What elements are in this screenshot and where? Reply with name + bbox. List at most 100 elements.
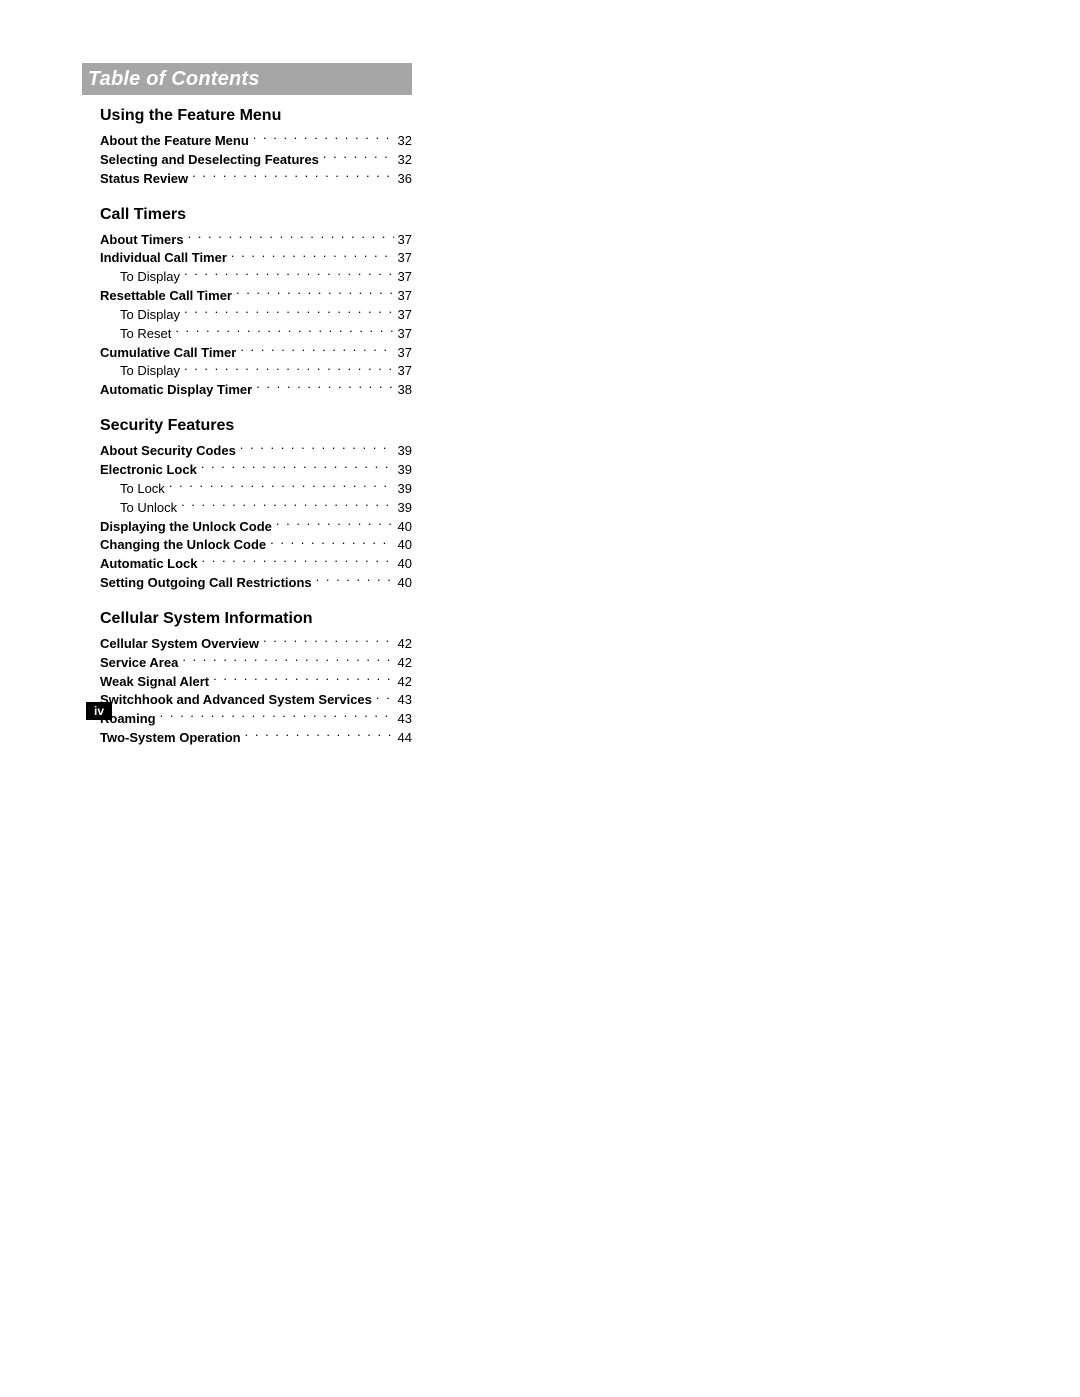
dot-leader (201, 461, 394, 474)
toc-entry-page: 37 (398, 306, 412, 325)
toc-entry-label: To Display (120, 362, 180, 381)
dot-leader (202, 555, 394, 568)
toc-entry-label: Automatic Lock (100, 555, 198, 574)
dot-leader (240, 344, 393, 357)
dot-leader (253, 132, 394, 145)
toc-entry: Status Review 36 (100, 170, 412, 189)
toc-entry-page: 37 (398, 287, 412, 306)
toc-entry-page: 39 (398, 461, 412, 480)
toc-entry-label: About the Feature Menu (100, 132, 249, 151)
dot-leader (263, 635, 394, 648)
toc-entry-label: Setting Outgoing Call Restrictions (100, 574, 312, 593)
toc-entry: Displaying the Unlock Code 40 (100, 518, 412, 537)
dot-leader (323, 151, 394, 164)
toc-entry: To Lock39 (100, 480, 412, 499)
toc-entry-label: Switchhook and Advanced System Services (100, 691, 372, 710)
toc-entry-label: Cellular System Overview (100, 635, 259, 654)
toc-entry-page: 38 (398, 381, 412, 400)
page-number: iv (94, 704, 104, 718)
toc-entry-label: To Unlock (120, 499, 177, 518)
toc-entry: To Display 37 (100, 306, 412, 325)
dot-leader (182, 654, 393, 667)
toc-entry: About Timers37 (100, 231, 412, 250)
toc-entry-label: To Display (120, 306, 180, 325)
dot-leader (184, 362, 394, 375)
toc-entry: Roaming43 (100, 710, 412, 729)
toc-entry-page: 37 (398, 362, 412, 381)
dot-leader (192, 170, 393, 183)
toc-entry-page: 40 (398, 536, 412, 555)
toc-entry: Cellular System Overview 42 (100, 635, 412, 654)
toc-entry-label: To Reset (120, 325, 171, 344)
dot-leader (276, 518, 394, 531)
toc-entry: Weak Signal Alert42 (100, 673, 412, 692)
toc-section: Cellular System InformationCellular Syst… (100, 609, 412, 748)
toc-section: Security FeaturesAbout Security Codes39E… (100, 416, 412, 593)
toc-entry-page: 42 (398, 673, 412, 692)
dot-leader (245, 729, 394, 742)
dot-leader (236, 287, 394, 300)
toc-entry: Selecting and Deselecting Features 32 (100, 151, 412, 170)
section-title: Call Timers (100, 205, 412, 225)
toc-entry-page: 32 (398, 132, 412, 151)
toc-section: Using the Feature Menu About the Feature … (100, 106, 412, 189)
toc-entry-page: 39 (398, 499, 412, 518)
toc-entry: Service Area42 (100, 654, 412, 673)
toc-entry-label: Status Review (100, 170, 188, 189)
toc-entry-label: About Security Codes (100, 442, 236, 461)
toc-header-text: Table of Contents (88, 68, 260, 91)
toc-entry-page: 40 (398, 555, 412, 574)
toc-entry: About Security Codes39 (100, 442, 412, 461)
toc-entry-page: 43 (398, 710, 412, 729)
dot-leader (213, 673, 393, 686)
toc-entry: Two-System Operation44 (100, 729, 412, 748)
toc-entry-page: 37 (398, 249, 412, 268)
toc-entry-label: Displaying the Unlock Code (100, 518, 272, 537)
toc-entry: Resettable Call Timer 37 (100, 287, 412, 306)
toc-entry-page: 32 (398, 151, 412, 170)
dot-leader (231, 249, 394, 262)
toc-entry: Changing the Unlock Code 40 (100, 536, 412, 555)
dot-leader (376, 691, 394, 704)
toc-entry: Automatic Lock 40 (100, 555, 412, 574)
toc-entry: Individual Call Timer 37 (100, 249, 412, 268)
document-page: Table of Contents Using the Feature Menu… (0, 0, 1080, 1397)
toc-entry-page: 36 (398, 170, 412, 189)
toc-entry-label: Cumulative Call Timer (100, 344, 236, 363)
toc-entry-label: Service Area (100, 654, 178, 673)
toc-entry-page: 37 (398, 231, 412, 250)
toc-entry: Cumulative Call Timer 37 (100, 344, 412, 363)
toc-entry: To Unlock 39 (100, 499, 412, 518)
dot-leader (160, 710, 394, 723)
toc-section: Call Timers About Timers37Individual Call… (100, 205, 412, 401)
toc-entry-label: Changing the Unlock Code (100, 536, 266, 555)
page-number-box: iv (86, 702, 112, 720)
dot-leader (169, 480, 394, 493)
toc-entry: Setting Outgoing Call Restrictions 40 (100, 574, 412, 593)
dot-leader (184, 306, 394, 319)
dot-leader (270, 536, 393, 549)
section-title: Using the Feature Menu (100, 106, 412, 126)
toc-entry-label: Resettable Call Timer (100, 287, 232, 306)
toc-entry: To Display 37 (100, 362, 412, 381)
toc-entry-page: 44 (398, 729, 412, 748)
toc-entry-page: 42 (398, 635, 412, 654)
toc-entry-page: 40 (398, 574, 412, 593)
dot-leader (175, 325, 393, 338)
toc-entry-page: 43 (398, 691, 412, 710)
toc-entry-label: Automatic Display Timer (100, 381, 252, 400)
toc-entry-page: 40 (398, 518, 412, 537)
toc-entry-page: 37 (398, 344, 412, 363)
toc-content: Using the Feature Menu About the Feature … (100, 106, 412, 764)
dot-leader (184, 268, 394, 281)
toc-entry: Electronic Lock 39 (100, 461, 412, 480)
toc-entry-page: 39 (398, 480, 412, 499)
toc-entry-label: Individual Call Timer (100, 249, 227, 268)
dot-leader (240, 442, 394, 455)
toc-entry-label: Selecting and Deselecting Features (100, 151, 319, 170)
toc-entry: To Display37 (100, 268, 412, 287)
toc-entry-label: To Display (120, 268, 180, 287)
toc-entry-label: Electronic Lock (100, 461, 197, 480)
toc-header-bar: Table of Contents (82, 63, 412, 95)
toc-entry: About the Feature Menu 32 (100, 132, 412, 151)
